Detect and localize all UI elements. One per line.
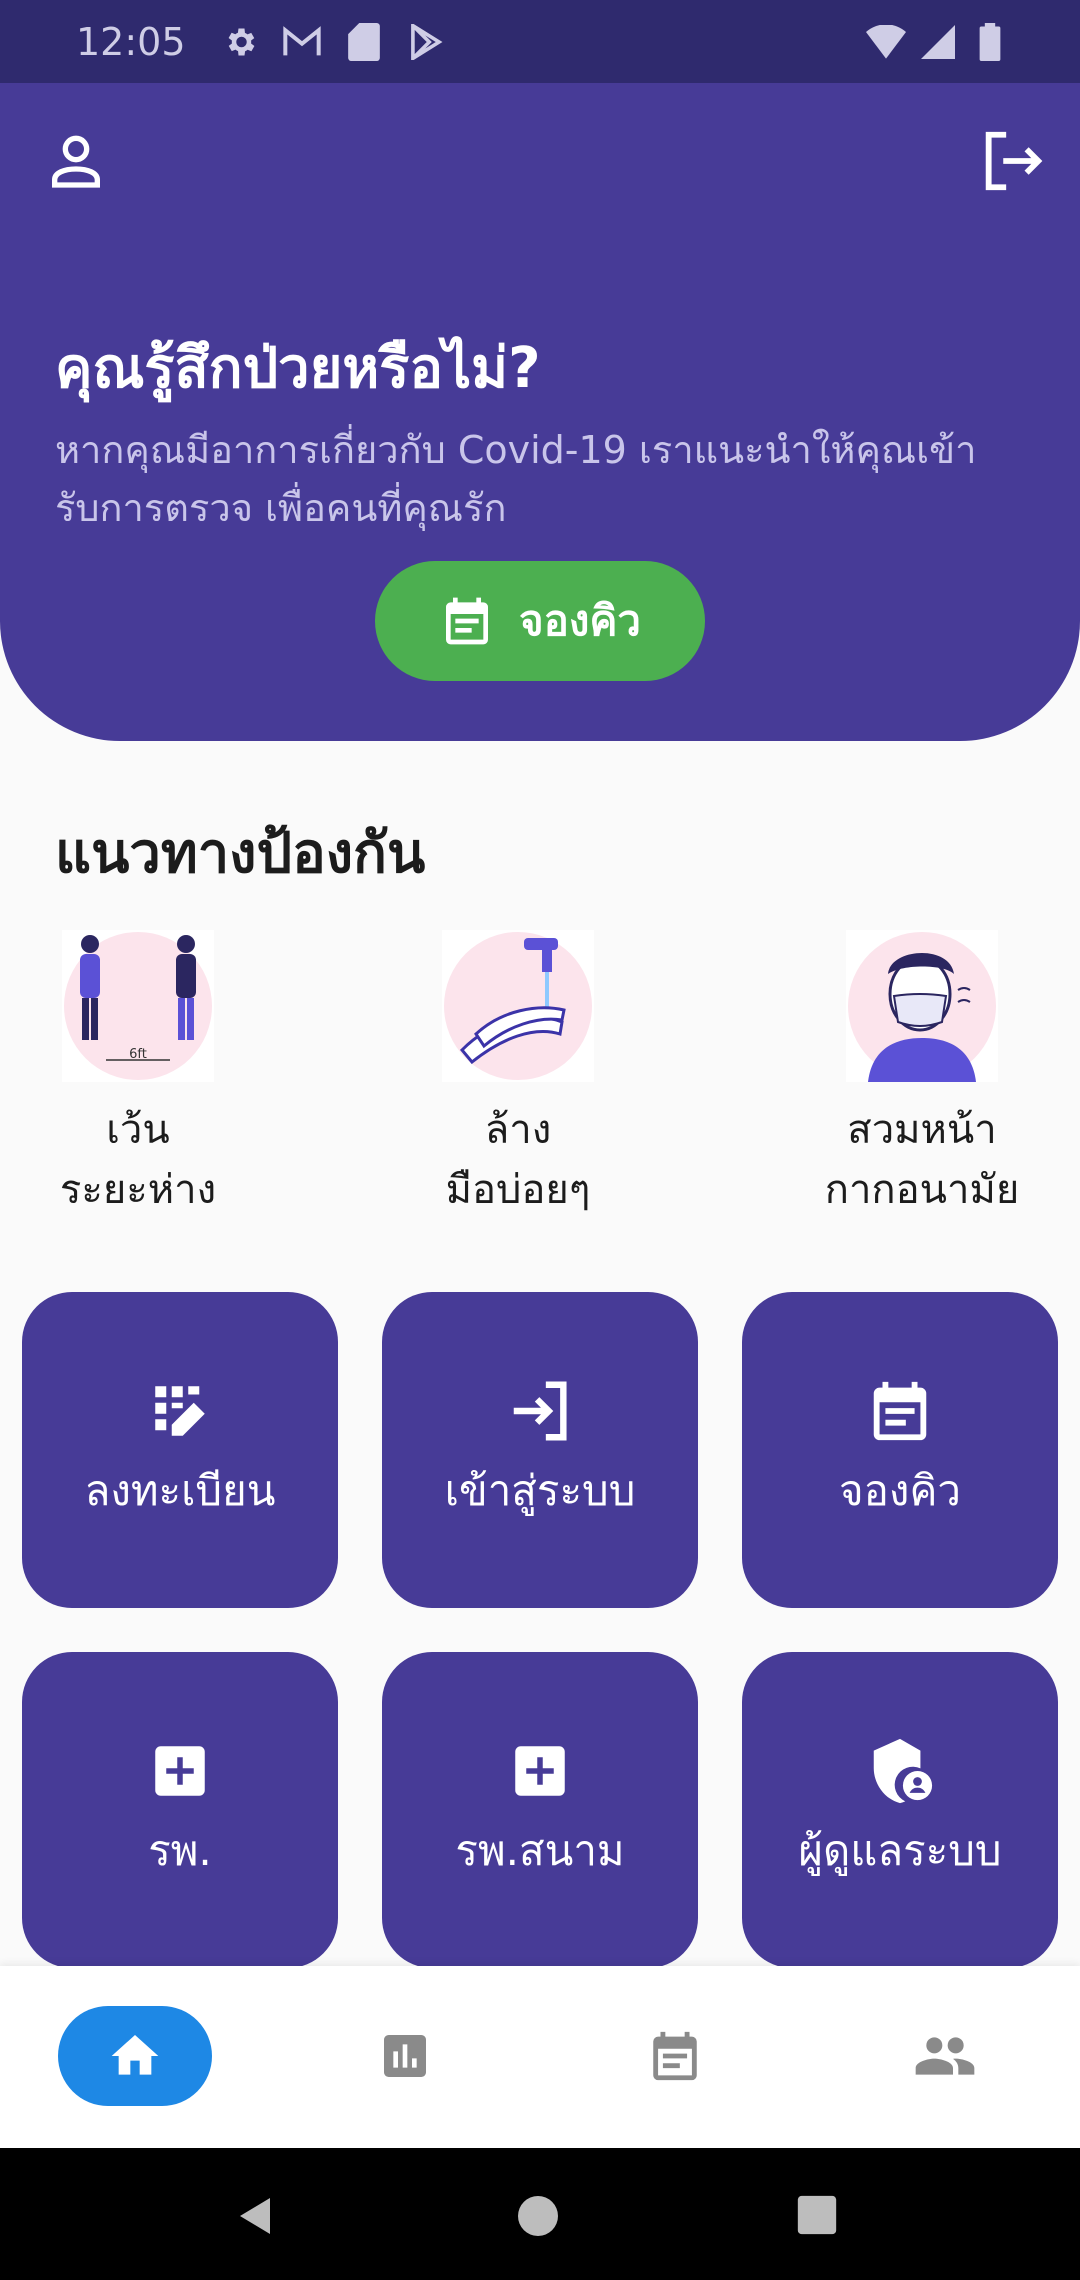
face-mask-illustration — [846, 930, 998, 1082]
book-queue-label: จองคิว — [518, 596, 642, 645]
nav-calendar[interactable] — [625, 2006, 725, 2106]
play-store-icon — [406, 22, 446, 62]
field-hospital-tile[interactable]: รพ.สนาม — [382, 1652, 698, 1968]
guide-hand-washing: ล้าง มือบ่อยๆ — [368, 930, 668, 1220]
gear-icon — [220, 22, 260, 62]
admin-shield-icon — [865, 1736, 935, 1806]
guide-text-2: ล้าง มือบ่อยๆ — [445, 1107, 591, 1213]
recents-icon[interactable] — [794, 2192, 840, 2238]
home-circle-icon[interactable] — [514, 2192, 562, 2240]
gmail-icon — [282, 22, 322, 62]
logout-icon[interactable] — [976, 125, 1048, 197]
login-label: เข้าสู่ระบบ — [444, 1466, 636, 1515]
book-queue-tile-label: จองคิว — [838, 1466, 962, 1515]
guide-text-3: สวมหน้า กากอนามัย — [824, 1107, 1020, 1213]
hospital-plus-icon — [145, 1736, 215, 1806]
register-icon — [145, 1376, 215, 1446]
hero-title: คุณรู้สึกป่วยหรือไม่? — [55, 336, 541, 401]
calendar-icon — [646, 2027, 704, 2085]
bottom-navigation — [0, 1966, 1080, 2148]
field-hospital-label: รพ.สนาม — [455, 1826, 625, 1875]
prevention-title: แนวทางป้องกัน — [55, 821, 426, 886]
hospital-tile[interactable]: รพ. — [22, 1652, 338, 1968]
admin-tile[interactable]: ผู้ดูแลระบบ — [742, 1652, 1058, 1968]
hero-description: หากคุณมีอาการเกี่ยวกับ Covid-19 เราแนะนำ… — [55, 428, 977, 530]
nav-people[interactable] — [895, 2006, 995, 2106]
nav-home[interactable] — [58, 2006, 212, 2106]
chart-icon — [377, 2028, 433, 2084]
register-tile[interactable]: ลงทะเบียน — [22, 1292, 338, 1608]
hero-banner: คุณรู้สึกป่วยหรือไม่? หากคุณมีอาการเกี่ย… — [0, 83, 1080, 741]
home-icon — [107, 2028, 163, 2084]
person-outline-icon[interactable] — [40, 125, 112, 197]
hospital-plus-icon — [505, 1736, 575, 1806]
wifi-icon — [866, 22, 906, 62]
login-tile[interactable]: เข้าสู่ระบบ — [382, 1292, 698, 1608]
hand-washing-illustration — [442, 930, 594, 1082]
nav-statistics[interactable] — [355, 2006, 455, 2106]
register-label: ลงทะเบียน — [84, 1466, 276, 1515]
back-icon[interactable] — [232, 2192, 280, 2240]
login-icon — [505, 1376, 575, 1446]
distance-label: 6ft — [129, 1047, 147, 1062]
people-icon — [913, 2024, 977, 2088]
sd-card-icon — [344, 22, 384, 62]
battery-icon — [970, 22, 1010, 62]
admin-label: ผู้ดูแลระบบ — [798, 1826, 1002, 1875]
hospital-label: รพ. — [148, 1826, 212, 1875]
signal-icon — [918, 22, 958, 62]
guide-social-distancing: 6ft เว้น ระยะห่าง — [0, 930, 288, 1220]
social-distancing-illustration: 6ft — [62, 930, 214, 1082]
book-queue-tile[interactable]: จองคิว — [742, 1292, 1058, 1608]
status-time: 12:05 — [76, 19, 186, 64]
status-bar: 12:05 — [0, 0, 1080, 83]
guide-text-1: เว้น ระยะห่าง — [59, 1107, 217, 1213]
system-navigation-bar — [0, 2148, 1080, 2280]
calendar-icon — [865, 1376, 935, 1446]
calendar-icon — [439, 593, 495, 649]
book-queue-button[interactable]: จองคิว — [375, 561, 705, 681]
guide-face-mask: สวมหน้า กากอนามัย — [772, 930, 1072, 1220]
